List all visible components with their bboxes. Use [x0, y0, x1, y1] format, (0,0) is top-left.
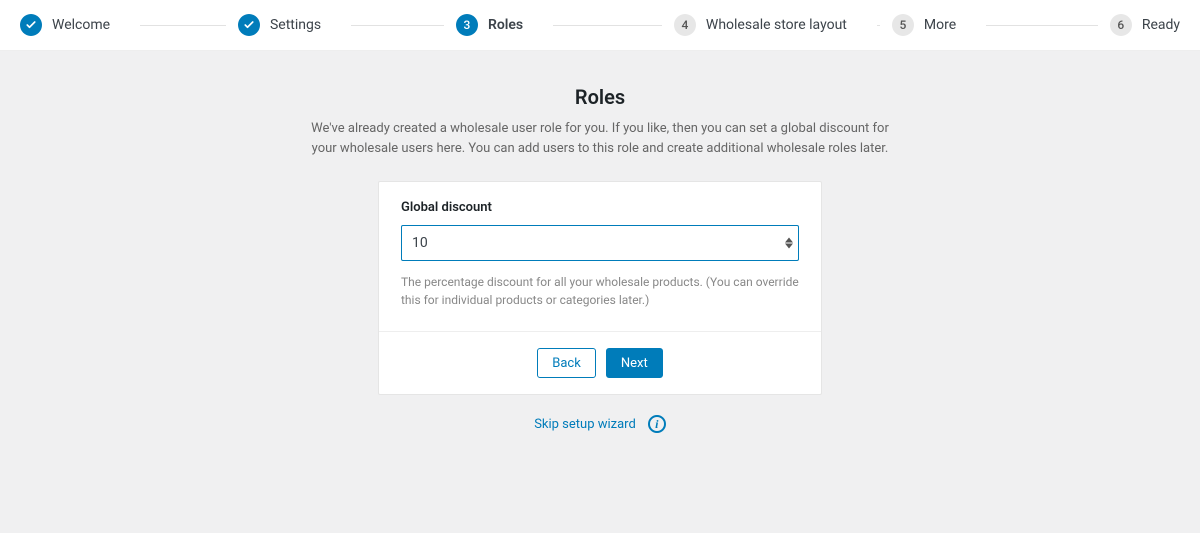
- global-discount-label: Global discount: [401, 200, 799, 215]
- step-label: Ready: [1142, 17, 1180, 33]
- step-more[interactable]: 5 More: [892, 14, 1110, 36]
- back-button[interactable]: Back: [537, 348, 596, 378]
- step-number-badge: 6: [1110, 14, 1132, 36]
- step-number-badge: 4: [674, 14, 696, 36]
- wizard-content: Roles We've already created a wholesale …: [0, 51, 1200, 433]
- info-icon[interactable]: i: [648, 415, 666, 433]
- skip-row: Skip setup wizard i: [0, 415, 1200, 433]
- step-divider: [986, 25, 1098, 26]
- step-wholesale-layout[interactable]: 4 Wholesale store layout: [674, 14, 892, 36]
- step-divider: [553, 25, 662, 26]
- step-label: Wholesale store layout: [706, 17, 847, 33]
- step-welcome[interactable]: Welcome: [20, 14, 238, 36]
- step-roles[interactable]: 3 Roles: [456, 14, 674, 36]
- step-divider: [877, 25, 880, 26]
- page-subtitle: We've already created a wholesale user r…: [300, 119, 900, 159]
- step-label: Settings: [270, 17, 321, 33]
- next-button[interactable]: Next: [606, 348, 663, 378]
- step-label: Welcome: [52, 17, 110, 33]
- card-footer: Back Next: [379, 332, 821, 394]
- step-label: More: [924, 17, 956, 33]
- step-number-badge: 3: [456, 14, 478, 36]
- step-divider: [351, 25, 444, 26]
- global-discount-input[interactable]: [401, 225, 799, 261]
- step-settings[interactable]: Settings: [238, 14, 456, 36]
- step-number-badge: 5: [892, 14, 914, 36]
- page-title: Roles: [0, 85, 1200, 109]
- step-divider: [140, 25, 226, 26]
- check-icon: [238, 14, 260, 36]
- check-icon: [20, 14, 42, 36]
- step-label: Roles: [488, 17, 523, 33]
- step-ready[interactable]: 6 Ready: [1110, 14, 1180, 36]
- card-body: Global discount The percentage discount …: [379, 182, 821, 332]
- settings-card: Global discount The percentage discount …: [378, 181, 822, 395]
- skip-setup-link[interactable]: Skip setup wizard: [534, 417, 636, 432]
- wizard-stepper: Welcome Settings 3 Roles 4 Wholesale sto…: [0, 0, 1200, 51]
- global-discount-help: The percentage discount for all your who…: [401, 273, 799, 309]
